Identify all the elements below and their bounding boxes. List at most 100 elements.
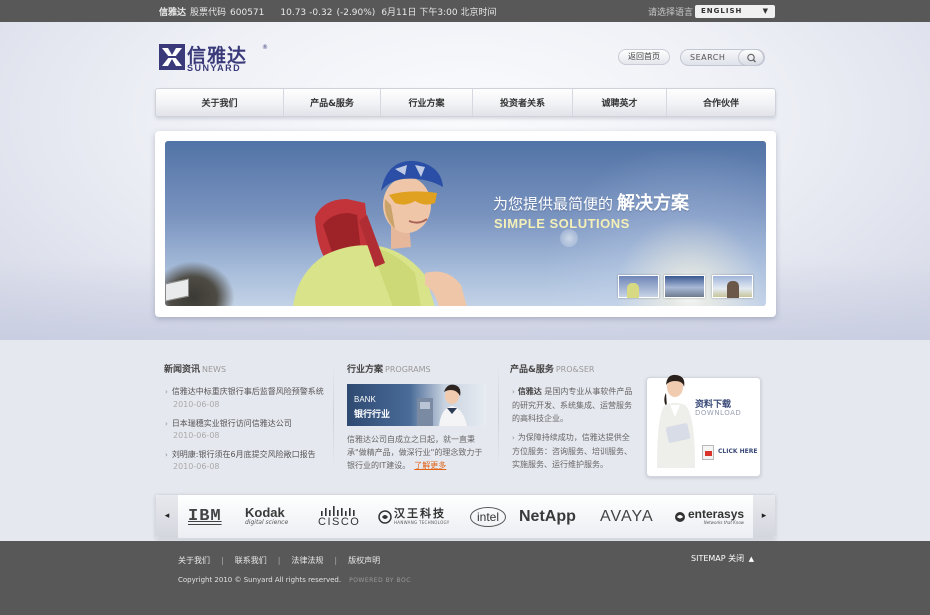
banner-subtitle: SIMPLE SOLUTIONS [494, 216, 630, 231]
footer-link-contact[interactable]: 联系我们 [235, 556, 267, 565]
partner-logo-subtext: HANWANG TECHNOLOGY [394, 519, 450, 525]
banner-thumb-3[interactable] [712, 275, 753, 298]
bank-image-label-en: BANK [354, 395, 376, 404]
ticker-change-pct: (-2.90%) [336, 8, 376, 18]
learn-more-link[interactable]: 了解更多 [414, 461, 446, 470]
cisco-bars-icon [321, 505, 355, 516]
carousel-prev-button[interactable]: ◂ [156, 495, 178, 538]
nav-item-about[interactable]: 关于我们 [156, 89, 284, 116]
bank-industry-image[interactable]: BANK 银行行业 [347, 384, 486, 426]
nav-item-solutions[interactable]: 行业方案 [381, 89, 473, 116]
stock-ticker: 信雅达 股票代码 600571 10.73 -0.32 (-2.90%) 6月11日 下午3… [159, 5, 504, 18]
sunyard-logo-icon [159, 44, 185, 70]
news-item-text[interactable]: 刘明康:银行须在6月底提交风险敞口报告 [172, 450, 316, 459]
column-divider [498, 362, 499, 470]
footer-link-legal[interactable]: 法律法规 [291, 556, 323, 565]
nav-item-investors[interactable]: 投资者关系 [473, 89, 573, 116]
hanwang-circle-icon [378, 509, 392, 524]
news-item-1[interactable]: › 信雅达中标重庆银行事后监督风险预警系统 [165, 386, 324, 397]
news-item-3[interactable]: › 刘明康:银行须在6月底提交风险敞口报告 [165, 449, 316, 460]
partner-logo-text: IBM [188, 507, 222, 526]
partner-logo-subtext: Networks that Know [703, 519, 745, 525]
banner-thumb-1[interactable] [618, 275, 659, 298]
news-item-text[interactable]: 信雅达中标重庆银行事后监督风险预警系统 [172, 387, 324, 396]
main-nav: 关于我们 产品&服务 行业方案 投资者关系 诚聘英才 合作伙伴 [155, 88, 776, 117]
programs-title-cn: 行业方案 [347, 365, 384, 375]
sitemap-toggle[interactable]: SITEMAP 关闭 ▲ [691, 553, 754, 564]
partner-logo-enterasys[interactable]: enterasys Networks that Know [674, 495, 744, 538]
carousel-next-button[interactable]: ▸ [753, 495, 775, 538]
hero-banner[interactable]: 为您提供最简便的 解决方案 SIMPLE SOLUTIONS [165, 141, 766, 306]
partner-logo-ibm[interactable]: IBM [188, 495, 222, 538]
products-title-cn: 产品&服务 [510, 365, 554, 375]
nav-item-products[interactable]: 产品&服务 [284, 89, 381, 116]
partner-logo-text: intel [470, 506, 507, 527]
footer-separator: | [221, 556, 224, 565]
search-box[interactable]: SEARCH [680, 49, 765, 66]
programs-title: 行业方案 PROGRAMS [347, 362, 431, 375]
partner-logo-intel[interactable]: intel [470, 495, 507, 538]
partner-logo-text: CISCO [318, 515, 361, 528]
news-date-3: 2010-06-08 [173, 462, 220, 471]
footer-separator: | [334, 556, 338, 565]
partner-logo-text: NetApp [519, 507, 576, 525]
partner-logo-hanwang[interactable]: 汉王科技 HANWANG TECHNOLOGY [378, 495, 449, 538]
partner-logo-kodak[interactable]: Kodak digital science [245, 495, 288, 538]
footer-link-copyright[interactable]: 版权声明 [348, 556, 380, 565]
products-text-2: 为保障持续成功，信雅达提供全方位服务：咨询服务、培训服务、实施服务、运行维护服务… [512, 433, 632, 469]
bullet-arrow-icon: › [512, 434, 515, 442]
partner-logo-avaya[interactable]: AVAYA [600, 495, 654, 538]
ticker-time: 6月11日 下午3:00 北京时间 [381, 8, 497, 18]
news-item-text[interactable]: 日本瑞穗实业银行访问信雅达公司 [172, 419, 292, 428]
search-icon [747, 53, 756, 63]
download-card[interactable]: 资料下载 DOWNLOAD CLICK HERE [646, 374, 761, 477]
partner-logo-netapp[interactable]: NetApp [519, 495, 576, 538]
ticker-label: 股票代码 [190, 8, 227, 18]
programs-description: 信雅达公司自成立之日起，就一直秉承"做精产品，做深行业"的理念致力于银行业的IT… [347, 433, 487, 472]
click-here-link[interactable]: CLICK HERE [718, 448, 757, 455]
products-paragraph-1: › 信雅达 是国内专业从事软件产品的研究开发、系统集成、运营服务的高科技企业。 [512, 385, 637, 425]
chevron-right-icon: ▸ [761, 511, 767, 521]
nav-item-careers[interactable]: 诚聘英才 [573, 89, 667, 116]
hanwang-text-block: 汉王科技 HANWANG TECHNOLOGY [394, 506, 450, 526]
banker-woman-image [417, 384, 467, 426]
top-bar: 信雅达 股票代码 600571 10.73 -0.32 (-2.90%) 6月11日 下午3… [0, 0, 930, 22]
logo-registered-mark: ® [262, 44, 268, 51]
search-button[interactable] [738, 49, 764, 66]
banner-headline-prefix: 为您提供最简便的 [493, 195, 614, 213]
partners-carousel: ◂ IBM Kodak digital science CISCO 汉王科技 H… [155, 494, 776, 539]
search-input[interactable]: SEARCH [690, 53, 725, 62]
sitemap-label: SITEMAP 关闭 [691, 554, 745, 563]
thumb-cyclist-figure [627, 283, 639, 298]
pdf-icon [702, 445, 714, 460]
partner-logo-text: Kodak [245, 505, 285, 520]
triangle-up-icon: ▲ [748, 555, 755, 563]
footer-separator: | [277, 556, 281, 565]
ticker-company: 信雅达 [159, 8, 187, 18]
nav-item-partners[interactable]: 合作伙伴 [667, 89, 775, 116]
company-logo[interactable]: 信雅达 ® SUNYARD [159, 44, 269, 74]
ticker-price: 10.73 [280, 8, 307, 18]
banner-headline: 为您提供最简便的 解决方案 [493, 189, 689, 215]
news-title: 新闻资讯 NEWS [164, 362, 226, 375]
partner-logo-cisco[interactable]: CISCO [318, 495, 360, 538]
bank-image-label-cn: 银行行业 [354, 410, 391, 420]
bullet-arrow-icon: › [165, 388, 168, 396]
banner-thumb-2[interactable] [664, 275, 705, 298]
download-title-en: DOWNLOAD [695, 409, 742, 417]
ticker-change: -0.32 [309, 8, 333, 18]
home-button[interactable]: 返回首页 [618, 49, 670, 65]
news-date-1: 2010-06-08 [173, 400, 220, 409]
cyclist-image [293, 160, 467, 306]
chevron-down-icon: ▼ [762, 7, 769, 15]
language-select-label: ENGLISH [701, 7, 743, 15]
copyright-text: Copyright 2010 © Sunyard All rights rese… [178, 576, 342, 584]
products-company-name: 信雅达 [517, 387, 542, 396]
partner-logo-text: 汉王科技 [394, 506, 446, 520]
news-title-cn: 新闻资讯 [164, 365, 201, 375]
logo-text-en: SUNYARD [187, 63, 242, 73]
footer-link-about[interactable]: 关于我们 [178, 556, 210, 565]
powered-by-text: POWERED BY BOC [349, 577, 411, 584]
news-item-2[interactable]: › 日本瑞穗实业银行访问信雅达公司 [165, 418, 292, 429]
language-select[interactable]: ENGLISH ▼ [695, 5, 775, 18]
